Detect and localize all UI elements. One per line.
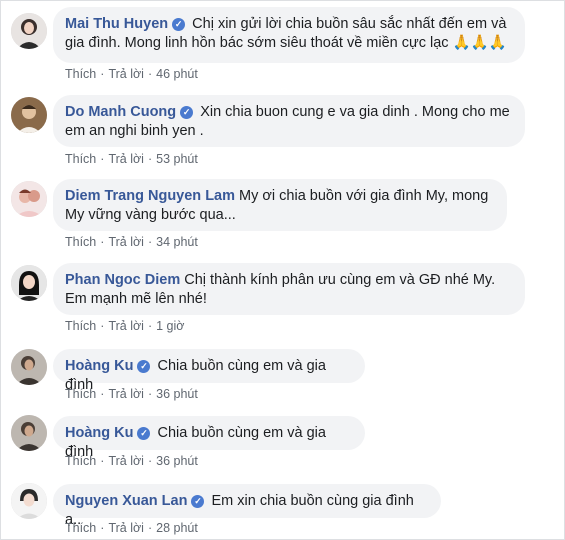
profile-photo-icon [11,349,47,385]
comment-bubble: Phan Ngoc Diem Chị thành kính phân ưu cù… [53,263,525,315]
profile-photo-icon [11,415,47,451]
like-link[interactable]: Thích [65,235,96,249]
avatar[interactable] [11,349,47,385]
verified-badge-icon: ✓ [191,495,205,508]
comment-actions: Thích · Trả lời · 36 phút [65,454,198,468]
timestamp[interactable]: 28 phút [156,521,198,535]
comment-bubble: Diem Trang Nguyen Lam My ơi chia buồn vớ… [53,179,507,231]
like-link[interactable]: Thích [65,67,96,81]
comment-author[interactable]: Mai Thu Huyen [65,16,168,32]
comment-bubble: Hoàng Ku ✓ Chia buồn cùng em và gia đình [53,416,365,460]
reply-link[interactable]: Trả lời [108,319,144,333]
verified-badge-icon: ✓ [137,427,151,440]
comment-actions: Thích · Trả lời · 36 phút [65,387,198,401]
avatar[interactable] [11,415,47,451]
timestamp[interactable]: 36 phút [156,454,198,468]
reply-link[interactable]: Trả lời [108,454,144,468]
timestamp[interactable]: 1 giờ [156,319,184,333]
profile-photo-icon [11,97,47,133]
comment-actions: Thích · Trả lời · 53 phút [65,152,198,166]
comment-bubble: Hoàng Ku ✓ Chia buồn cùng em và gia đình [53,349,365,393]
profile-photo-icon [11,265,47,301]
like-link[interactable]: Thích [65,454,96,468]
timestamp[interactable]: 34 phút [156,235,198,249]
verified-badge-icon: ✓ [137,360,151,373]
profile-photo-icon [11,13,47,49]
profile-photo-icon [11,483,47,519]
like-link[interactable]: Thích [65,319,96,333]
reply-link[interactable]: Trả lời [108,235,144,249]
comment-author[interactable]: Diem Trang Nguyen Lam [65,188,235,204]
avatar[interactable] [11,265,47,301]
comment-actions: Thích · Trả lời · 1 giờ [65,319,185,333]
comment-actions: Thích · Trả lời · 34 phút [65,235,198,249]
verified-badge-icon: ✓ [172,18,186,31]
timestamp[interactable]: 36 phút [156,387,198,401]
comment-author[interactable]: Nguyen Xuan Lan [65,493,187,509]
like-link[interactable]: Thích [65,152,96,166]
reply-link[interactable]: Trả lời [108,521,144,535]
timestamp[interactable]: 46 phút [156,67,198,81]
avatar[interactable] [11,97,47,133]
comment-bubble: Nguyen Xuan Lan ✓ Em xin chia buồn cùng g… [53,484,441,528]
comment-actions: Thích · Trả lời · 46 phút [65,67,198,81]
avatar[interactable] [11,483,47,519]
reply-link[interactable]: Trả lời [108,152,144,166]
prayer-emoji-icon: 🙏🙏🙏 [452,35,507,51]
comment-bubble: Do Manh Cuong ✓ Xin chia buon cung e va g… [53,95,525,147]
like-link[interactable]: Thích [65,521,96,535]
verified-badge-icon: ✓ [180,106,194,119]
comment-actions: Thích · Trả lời · 28 phút [65,521,198,535]
avatar[interactable] [11,13,47,49]
like-link[interactable]: Thích [65,387,96,401]
reply-link[interactable]: Trả lời [108,387,144,401]
reply-link[interactable]: Trả lời [108,67,144,81]
comment-author[interactable]: Hoàng Ku [65,358,133,374]
comment-author[interactable]: Hoàng Ku [65,425,133,441]
comment-author[interactable]: Do Manh Cuong [65,104,176,120]
comments-panel: Mai Thu Huyen ✓ Chị xin gửi lời chia buồn… [0,0,565,540]
profile-photo-icon [11,181,47,217]
comment-bubble: Mai Thu Huyen ✓ Chị xin gửi lời chia buồn… [53,7,525,63]
timestamp[interactable]: 53 phút [156,152,198,166]
comment-author[interactable]: Phan Ngoc Diem [65,272,180,288]
avatar[interactable] [11,181,47,217]
